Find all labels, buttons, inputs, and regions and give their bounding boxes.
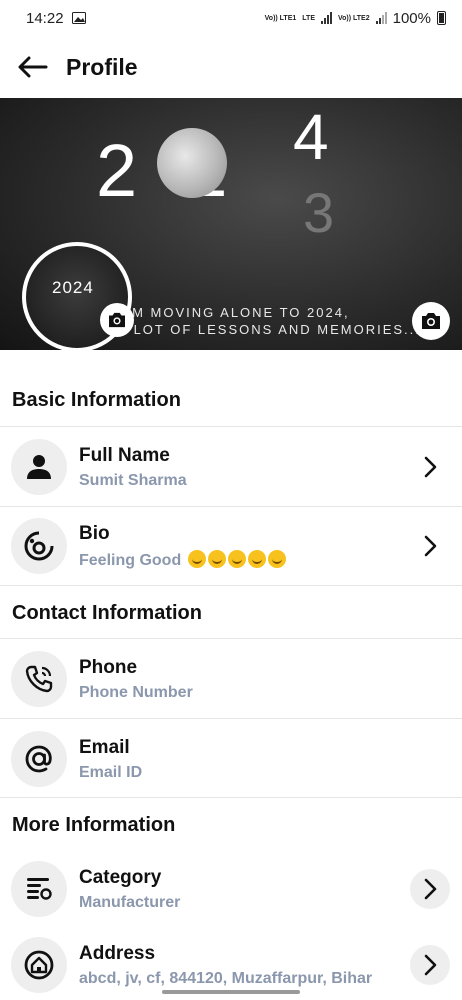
cover-caption-line2: A LOT OF LESSONS AND MEMORIES... <box>118 322 421 337</box>
back-arrow-icon <box>18 56 48 78</box>
back-button[interactable] <box>16 50 50 84</box>
home-icon <box>11 937 67 993</box>
bio-row[interactable]: Bio Feeling Good <box>0 507 462 585</box>
cover-digit-4: 4 <box>293 101 329 173</box>
gallery-notification-icon <box>71 12 86 24</box>
camera-icon <box>109 312 125 328</box>
full-name-row[interactable]: Full Name Sumit Sharma <box>0 428 462 506</box>
divider <box>0 797 462 798</box>
at-icon <box>11 731 67 787</box>
phone-icon <box>11 651 67 707</box>
page-title: Profile <box>66 53 138 80</box>
phone-label: Phone <box>79 656 138 678</box>
chevron-right-icon[interactable] <box>410 526 450 566</box>
chevron-right-icon[interactable] <box>410 447 450 487</box>
section-more-information: More Information <box>12 814 176 836</box>
camera-icon <box>422 313 440 329</box>
avatar-year-text: 2024 <box>52 278 94 297</box>
chevron-right-icon[interactable] <box>410 869 450 909</box>
bio-label: Bio <box>79 522 110 544</box>
signal-bars-icon <box>375 12 387 24</box>
bio-icon <box>11 518 67 574</box>
divider <box>0 718 462 719</box>
section-contact-information: Contact Information <box>12 602 202 624</box>
chevron-right-icon[interactable] <box>410 945 450 985</box>
phone-row[interactable]: Phone Phone Number <box>0 640 462 718</box>
smile-emoji-icon <box>247 549 266 568</box>
cover-digit-3: 3 <box>303 181 335 244</box>
moon-graphic <box>157 128 227 198</box>
sim1-indicator: Vo)) LTE1 <box>264 14 297 22</box>
email-label: Email <box>79 736 130 758</box>
email-value: Email ID <box>79 763 143 781</box>
category-label: Category <box>79 866 162 888</box>
address-row[interactable]: Address abcd, jv, cf, 844120, Muzaffarpu… <box>0 926 462 1000</box>
phone-value: Phone Number <box>79 683 193 701</box>
status-time: 14:22 <box>26 9 64 27</box>
category-value: Manufacturer <box>79 893 181 911</box>
smile-emoji-icon <box>207 549 226 568</box>
data-indicator: LTE <box>302 14 315 22</box>
battery-icon <box>437 11 446 25</box>
full-name-value: Sumit Sharma <box>79 471 187 489</box>
bio-value-container: Feeling Good <box>79 549 410 570</box>
section-basic-information: Basic Information <box>12 389 181 411</box>
divider <box>0 585 462 586</box>
signal-bars-icon <box>320 12 332 24</box>
smile-emoji-icon <box>267 549 286 568</box>
category-icon <box>11 861 67 917</box>
address-label: Address <box>79 942 156 964</box>
category-row[interactable]: Category Manufacturer <box>0 850 462 928</box>
full-name-label: Full Name <box>79 444 170 466</box>
status-bar: 14:22 Vo)) LTE1 LTE Vo)) LTE2 100% <box>0 0 462 36</box>
divider <box>0 426 462 427</box>
divider <box>0 638 462 639</box>
battery-percent: 100% <box>392 9 431 27</box>
cover-caption-line1: I'M MOVING ALONE TO 2024, <box>122 305 350 320</box>
email-row[interactable]: Email Email ID <box>0 720 462 798</box>
change-cover-button[interactable] <box>412 302 450 340</box>
home-indicator[interactable] <box>162 990 300 994</box>
address-value: abcd, jv, cf, 844120, Muzaffarpur, Bihar <box>79 969 373 987</box>
smile-emoji-icon <box>227 549 246 568</box>
change-avatar-button[interactable] <box>100 303 134 337</box>
app-bar: Profile <box>0 36 462 98</box>
smile-emoji-icon <box>187 549 206 568</box>
person-icon <box>11 439 67 495</box>
bio-value: Feeling Good <box>79 551 182 569</box>
sim2-indicator: Vo)) LTE2 <box>337 14 370 22</box>
